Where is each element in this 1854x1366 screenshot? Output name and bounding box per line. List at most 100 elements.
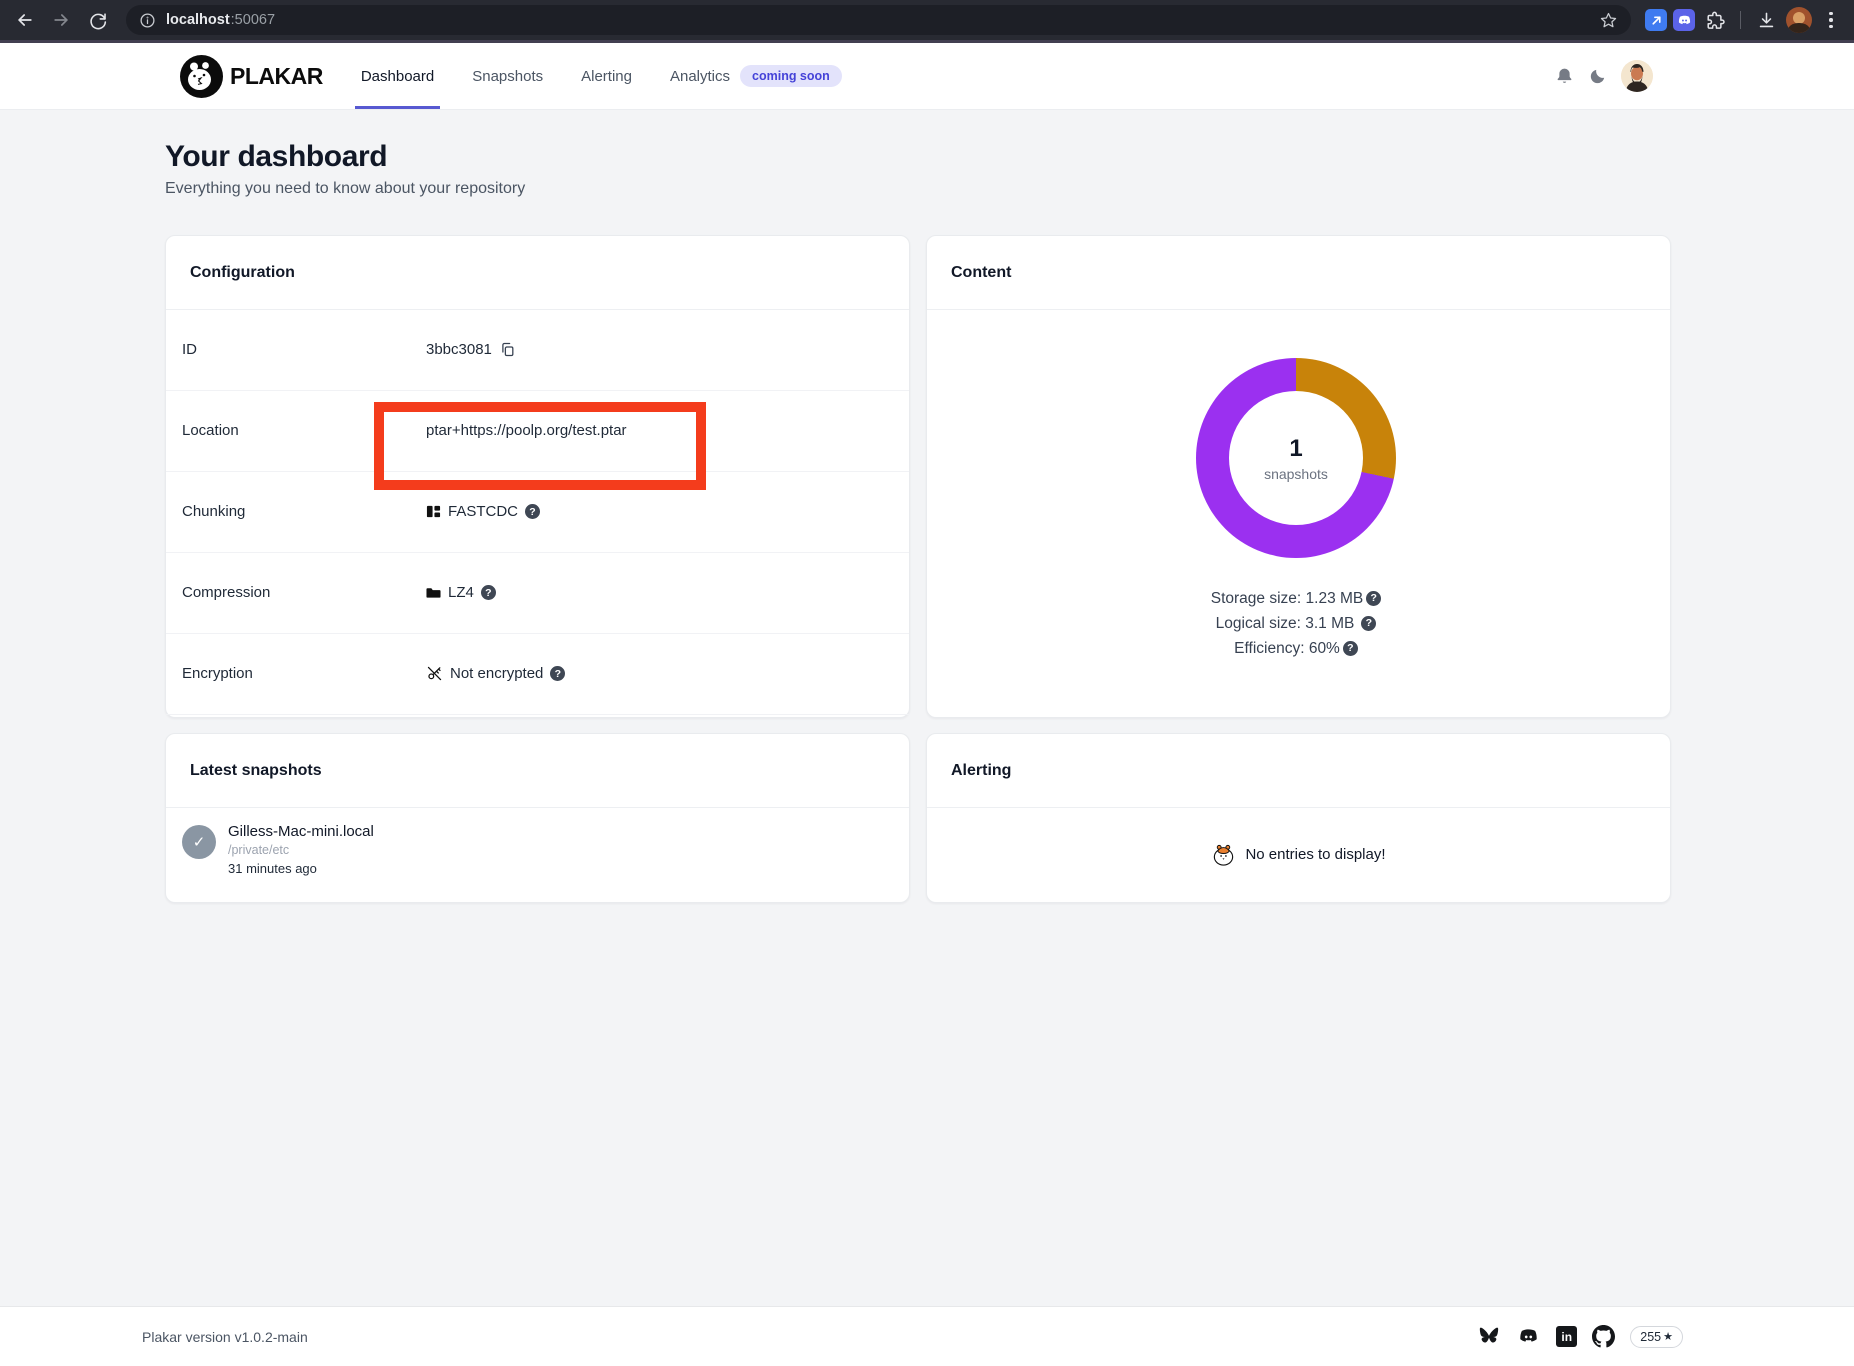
extension-shortcut-blue[interactable] — [1645, 9, 1667, 31]
extensions-menu-button[interactable] — [1701, 6, 1729, 34]
chunking-value: FASTCDC — [448, 503, 518, 520]
alerting-card: Alerting No entries to display! — [926, 733, 1671, 903]
snapshot-success-check-icon: ✓ — [182, 825, 216, 859]
github-link[interactable] — [1592, 1325, 1615, 1348]
alerting-empty-state: No entries to display! — [927, 808, 1670, 902]
toolbar-divider — [1740, 11, 1741, 29]
browser-profile-avatar[interactable] — [1786, 7, 1812, 33]
stars-count: 255 — [1640, 1330, 1661, 1344]
avatar-body-shape — [1788, 23, 1810, 33]
repository-location-value: ptar+https://poolp.org/test.ptar — [426, 422, 627, 439]
config-row-location: Location ptar+https://poolp.org/test.pta… — [166, 391, 909, 472]
snapshot-list-item[interactable]: ✓ Gilless-Mac-mini.local /private/etc 31… — [166, 808, 909, 876]
key-slash-icon — [426, 665, 443, 682]
efficiency-help-icon[interactable]: ? — [1343, 641, 1358, 656]
app-header: PLAKAR Dashboard Snapshots Alerting Anal… — [0, 43, 1854, 110]
browser-toolbar: localhost:50067 — [0, 0, 1854, 43]
bluesky-link[interactable] — [1477, 1326, 1501, 1348]
snapshots-donut: 1 snapshots — [1196, 358, 1396, 558]
browser-menu-button[interactable] — [1818, 12, 1844, 29]
downloads-button[interactable] — [1752, 6, 1780, 34]
dark-mode-toggle[interactable] — [1588, 67, 1607, 86]
browser-back-button[interactable] — [10, 5, 40, 35]
logical-size-help-icon[interactable]: ? — [1361, 616, 1376, 631]
main-nav: Dashboard Snapshots Alerting Analytics c… — [361, 43, 842, 109]
extension-shortcut-discord[interactable] — [1673, 9, 1695, 31]
discord-ext-icon — [1677, 13, 1692, 28]
coming-soon-badge: coming soon — [740, 65, 842, 88]
snapshot-host: Gilless-Mac-mini.local — [228, 823, 374, 840]
configuration-card: Configuration ID 3bbc3081 Location ptar+… — [165, 235, 910, 718]
url-bar[interactable]: localhost:50067 — [126, 5, 1631, 35]
latest-snapshots-title: Latest snapshots — [166, 734, 909, 808]
reload-icon — [88, 11, 107, 30]
user-avatar[interactable] — [1621, 60, 1653, 92]
storage-size-stat: Storage size: 1.23 MB? — [1096, 586, 1496, 611]
github-stars-badge[interactable]: 255 ★ — [1630, 1326, 1683, 1348]
repository-id-value: 3bbc3081 — [426, 341, 492, 358]
snapshot-time: 31 minutes ago — [228, 861, 374, 876]
main-content: Your dashboard Everything you need to kn… — [0, 110, 1854, 1306]
browser-forward-button[interactable] — [46, 5, 76, 35]
encryption-value: Not encrypted — [450, 665, 543, 682]
diagonal-arrow-icon — [1650, 14, 1663, 27]
nav-dashboard[interactable]: Dashboard — [361, 43, 434, 109]
user-avatar-illustration — [1621, 60, 1653, 92]
storage-size-help-icon[interactable]: ? — [1366, 591, 1381, 606]
compression-value: LZ4 — [448, 584, 474, 601]
nav-analytics[interactable]: Analytics — [670, 68, 730, 85]
config-row-encryption: Encryption Not encrypted ? — [166, 634, 909, 715]
linkedin-link[interactable]: in — [1556, 1326, 1577, 1347]
compression-help-icon[interactable]: ? — [481, 585, 496, 600]
config-row-id: ID 3bbc3081 — [166, 310, 909, 391]
brand-name: PLAKAR — [230, 63, 323, 90]
bluesky-butterfly-icon — [1477, 1326, 1501, 1348]
bell-icon — [1555, 67, 1574, 86]
discord-icon — [1516, 1326, 1541, 1348]
puzzle-piece-icon — [1706, 11, 1725, 30]
copy-icon[interactable] — [499, 341, 516, 358]
snapshot-count-label: snapshots — [1264, 466, 1328, 482]
plakar-logo-icon — [180, 55, 223, 98]
chunking-help-icon[interactable]: ? — [525, 504, 540, 519]
bookmark-star-icon[interactable] — [1599, 11, 1618, 30]
logical-size-stat: Logical size: 3.1 MB? — [1096, 611, 1496, 636]
linkedin-icon: in — [1561, 1330, 1572, 1344]
snapshot-path: /private/etc — [228, 843, 374, 857]
page-title: Your dashboard — [165, 140, 1854, 174]
plakar-brand[interactable]: PLAKAR — [180, 55, 323, 98]
download-icon — [1757, 11, 1776, 30]
compression-folder-icon — [426, 585, 441, 600]
browser-reload-button[interactable] — [82, 5, 112, 35]
hamster-mascot-icon — [1211, 842, 1236, 867]
page-subtitle: Everything you need to know about your r… — [165, 180, 1854, 198]
moon-icon — [1588, 67, 1607, 86]
alerting-card-title: Alerting — [927, 734, 1670, 808]
version-text: Plakar version v1.0.2-main — [142, 1329, 308, 1345]
forward-arrow-icon — [51, 10, 71, 30]
configuration-card-title: Configuration — [166, 236, 909, 310]
latest-snapshots-card: Latest snapshots ✓ Gilless-Mac-mini.loca… — [165, 733, 910, 903]
encryption-help-icon[interactable]: ? — [550, 666, 565, 681]
github-icon — [1592, 1325, 1615, 1348]
snapshot-count: 1 — [1289, 435, 1302, 463]
config-row-compression: Compression LZ4 ? — [166, 553, 909, 634]
star-icon: ★ — [1663, 1330, 1673, 1343]
page-footer: Plakar version v1.0.2-main in 255 ★ — [0, 1306, 1854, 1366]
discord-link[interactable] — [1516, 1326, 1541, 1348]
chunking-blocks-icon — [426, 504, 441, 519]
url-port: :50067 — [231, 12, 275, 28]
config-row-chunking: Chunking FASTCDC ? — [166, 472, 909, 553]
content-stats: Storage size: 1.23 MB? Logical size: 3.1… — [1096, 586, 1496, 661]
site-info-icon[interactable] — [139, 12, 156, 29]
content-card-title: Content — [927, 236, 1670, 310]
content-card: Content 1 snapshots Storage size: 1.23 M… — [926, 235, 1671, 718]
nav-snapshots[interactable]: Snapshots — [472, 43, 543, 109]
url-host: localhost — [166, 12, 230, 28]
efficiency-stat: Efficiency: 60%? — [1096, 636, 1496, 661]
nav-alerting[interactable]: Alerting — [581, 43, 632, 109]
notifications-button[interactable] — [1555, 67, 1574, 86]
donut-center: 1 snapshots — [1229, 391, 1363, 525]
back-arrow-icon — [15, 10, 35, 30]
alerting-empty-text: No entries to display! — [1245, 846, 1385, 863]
